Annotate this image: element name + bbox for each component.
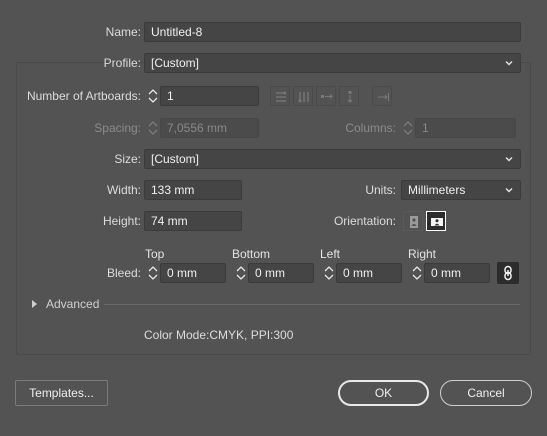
right-to-left-icon[interactable] xyxy=(372,86,392,106)
chevron-down-icon xyxy=(505,188,513,193)
bleed-label: Bleed: xyxy=(106,266,141,280)
columns-label: Columns: xyxy=(345,121,396,135)
landscape-icon[interactable] xyxy=(426,211,446,231)
bleed-right-label: Right xyxy=(408,247,437,261)
bleed-bottom-stepper-icon[interactable] xyxy=(234,264,248,282)
link-icon[interactable] xyxy=(497,262,519,284)
templates-button[interactable]: Templates... xyxy=(15,380,108,406)
grid-by-row-icon[interactable] xyxy=(270,86,290,106)
height-label: Height: xyxy=(102,214,141,228)
advanced-toggle[interactable]: Advanced xyxy=(46,297,99,311)
arrange-by-column-icon[interactable] xyxy=(339,86,359,106)
bleed-right-field[interactable]: 0 mm xyxy=(424,263,490,283)
bleed-bottom-label: Bottom xyxy=(232,247,271,261)
cancel-button[interactable]: Cancel xyxy=(440,380,532,406)
spacing-stepper-icon[interactable] xyxy=(146,119,160,137)
width-field[interactable]: 133 mm xyxy=(144,180,242,200)
profile-select-value: [Custom] xyxy=(151,56,200,70)
width-label: Width: xyxy=(106,183,141,197)
bleed-bottom-field[interactable]: 0 mm xyxy=(248,263,314,283)
columns-stepper-icon[interactable] xyxy=(401,119,415,137)
chevron-down-icon xyxy=(505,157,513,162)
name-field[interactable]: Untitled-8 xyxy=(144,22,521,42)
size-select-value: [Custom] xyxy=(151,152,200,166)
artboards-stepper-icon[interactable] xyxy=(146,87,160,105)
columns-field[interactable]: 1 xyxy=(415,118,516,138)
bleed-top-field[interactable]: 0 mm xyxy=(160,263,226,283)
bleed-top-label: Top xyxy=(145,247,165,261)
units-select[interactable]: Millimeters xyxy=(401,180,521,200)
profile-select[interactable]: [Custom] xyxy=(144,53,521,73)
bleed-left-stepper-icon[interactable] xyxy=(322,264,336,282)
profile-label: Profile: xyxy=(103,56,141,70)
portrait-icon[interactable] xyxy=(403,211,423,231)
artboards-label: Number of Artboards: xyxy=(26,89,141,103)
chevron-down-icon xyxy=(505,61,513,66)
artboards-field[interactable]: 1 xyxy=(160,86,259,106)
bleed-left-field[interactable]: 0 mm xyxy=(336,263,402,283)
spacing-label: Spacing: xyxy=(94,121,141,135)
advanced-divider xyxy=(104,304,520,305)
height-field[interactable]: 74 mm xyxy=(144,211,242,231)
grid-by-column-icon[interactable] xyxy=(293,86,313,106)
orientation-label: Orientation: xyxy=(333,214,396,228)
size-label: Size: xyxy=(114,152,141,166)
expand-triangle-icon[interactable] xyxy=(31,299,39,309)
units-label: Units: xyxy=(365,183,396,197)
color-mode-text: Color Mode:CMYK, PPI:300 xyxy=(144,328,294,342)
arrange-by-row-icon[interactable] xyxy=(316,86,336,106)
bleed-left-label: Left xyxy=(320,247,341,261)
units-select-value: Millimeters xyxy=(408,183,466,197)
name-label: Name: xyxy=(105,25,141,39)
bleed-right-stepper-icon[interactable] xyxy=(410,264,424,282)
bleed-top-stepper-icon[interactable] xyxy=(146,264,160,282)
ok-button[interactable]: OK xyxy=(338,380,429,406)
spacing-field[interactable]: 7,0556 mm xyxy=(160,118,259,138)
size-select[interactable]: [Custom] xyxy=(144,149,521,169)
